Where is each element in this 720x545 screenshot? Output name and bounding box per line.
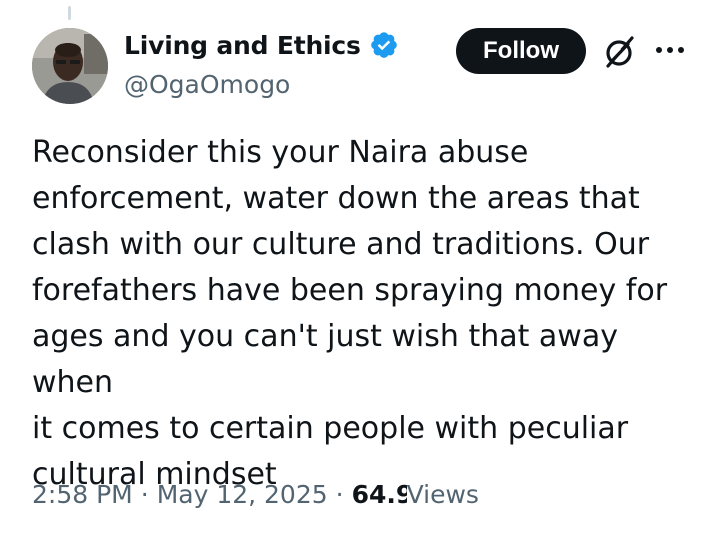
grok-icon[interactable] [600,32,640,72]
author-name-row[interactable]: Living and Ethics [124,30,399,60]
tweet-text: Reconsider this your Naira abuse enforce… [32,135,668,492]
thread-line [68,6,71,20]
verified-badge-icon [369,30,399,60]
author-display-name[interactable]: Living and Ethics [124,31,361,60]
tweet-date[interactable]: May 12, 2025 [157,480,328,509]
meta-separator: · [335,480,344,509]
more-options-icon[interactable] [652,38,688,62]
tweet-time[interactable]: 2:58 PM [32,480,133,509]
views-label: Views [406,480,479,509]
meta-separator: · [140,480,149,509]
author-handle[interactable]: @OgaOmogo [124,70,290,99]
follow-button[interactable]: Follow [456,28,586,74]
view-count[interactable]: 64.9K [352,480,407,509]
tweet-meta: 2:58 PM · May 12, 2025 · 64.9K Views [32,480,479,509]
avatar[interactable] [32,28,108,104]
